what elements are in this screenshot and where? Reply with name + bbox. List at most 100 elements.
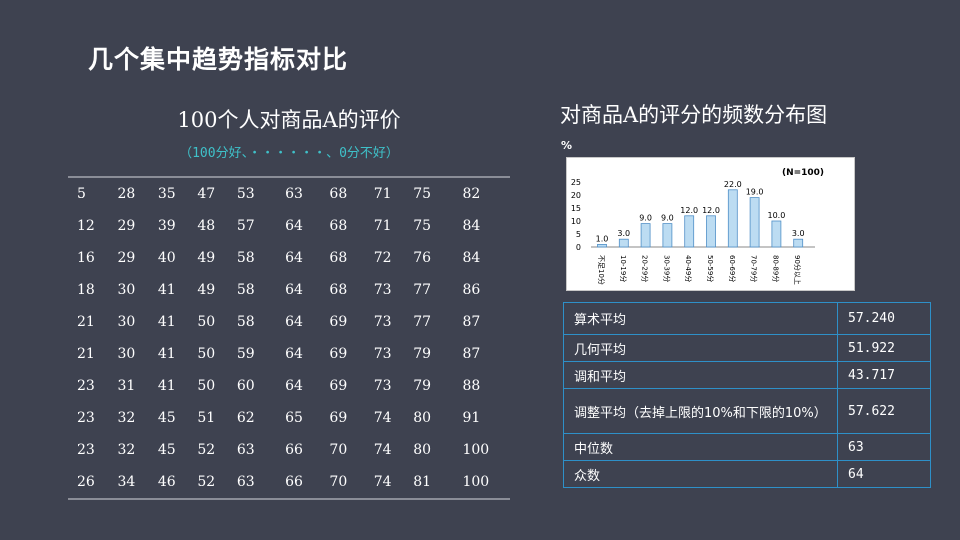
table-cell: 48 [197, 218, 216, 234]
table-cell: 79 [413, 346, 432, 362]
table-cell: 66 [285, 442, 303, 458]
table-cell: 100 [462, 474, 490, 490]
table-cell: 74 [373, 410, 392, 426]
table-cell: 60 [236, 378, 255, 394]
ratings-table-title: 100个人对商品A的评价 [177, 108, 401, 132]
table-cell: 57 [236, 218, 255, 234]
table-cell: 71 [373, 218, 392, 234]
table-cell: 86 [462, 282, 481, 298]
x-category-label: 30-39分 [662, 255, 671, 282]
table-cell: 91 [462, 410, 481, 426]
bar-value-label: 19.0 [746, 188, 764, 197]
table-cell: 88 [462, 378, 481, 394]
table-cell: 52 [197, 474, 216, 490]
stats-label: 众数 [563, 460, 838, 488]
table-row: 26 34 46 52 63 66 70 74 81 100 [68, 466, 510, 499]
table-cell: 76 [413, 250, 432, 266]
table-row: 23 32 45 52 63 66 70 74 80 100 [68, 434, 510, 466]
chart-bar [662, 223, 673, 248]
stats-label: 中位数 [563, 433, 838, 461]
stats-label: 算术平均 [563, 302, 838, 335]
table-cell: 30 [117, 346, 136, 362]
table-cell: 80 [413, 442, 432, 458]
table-cell: 30 [117, 314, 136, 330]
table-cell: 77 [413, 314, 432, 330]
table-cell: 59 [236, 346, 255, 362]
table-cell: 68 [329, 250, 348, 266]
table-cell: 58 [236, 282, 255, 298]
table-cell: 64 [285, 346, 303, 362]
table-cell: 30 [117, 282, 136, 298]
table-cell: 87 [462, 346, 481, 362]
table-cell: 74 [373, 474, 392, 490]
x-category-label: 10-19分 [619, 255, 628, 282]
table-cell: 52 [197, 442, 216, 458]
y-tick-label: 10 [571, 217, 581, 226]
table-cell: 41 [157, 282, 176, 298]
table-cell: 23 [77, 410, 95, 426]
table-cell: 35 [157, 186, 176, 202]
chart-bar [618, 238, 629, 248]
table-cell: 34 [117, 474, 136, 490]
table-cell: 64 [285, 218, 303, 234]
bar-value-label: 9.0 [661, 214, 674, 223]
bar-value-label: 1.0 [596, 234, 609, 243]
table-cell: 29 [117, 250, 136, 266]
table-row: 12 29 39 48 57 64 68 71 75 84 [68, 210, 510, 242]
table-cell: 65 [285, 410, 303, 426]
table-cell: 75 [413, 218, 432, 234]
bar-value-label: 3.0 [617, 229, 630, 238]
table-cell: 5 [77, 186, 86, 202]
table-cell: 51 [197, 410, 216, 426]
table-cell: 68 [329, 186, 348, 202]
stats-row: 算术平均 57.240 [563, 302, 931, 335]
stats-value: 64 [837, 460, 931, 488]
table-row: 21 30 41 50 58 64 69 73 77 87 [68, 306, 510, 338]
ratings-table: 5 28 35 47 53 63 68 71 75 82 12 29 39 48 57 64 68 71 75 84 1… [68, 176, 510, 500]
table-cell: 26 [77, 474, 95, 490]
stats-row: 几何平均 51.922 [563, 334, 931, 362]
chart-bar [771, 220, 782, 248]
y-tick-label: 25 [571, 178, 581, 187]
table-cell: 73 [373, 314, 392, 330]
chart-title: 对商品A的评分的频数分布图 [560, 103, 828, 127]
table-cell: 74 [373, 442, 392, 458]
table-cell: 31 [117, 378, 136, 394]
stats-row: 中位数 63 [563, 433, 931, 461]
stats-value: 51.922 [837, 334, 931, 362]
chart-bar [597, 244, 607, 248]
table-cell: 73 [373, 346, 392, 362]
table-cell: 70 [329, 442, 348, 458]
x-category-label: 20-29分 [641, 255, 650, 282]
stats-label: 几何平均 [563, 334, 838, 362]
bar-value-label: 3.0 [792, 229, 805, 238]
table-cell: 79 [413, 378, 432, 394]
bar-value-label: 12.0 [702, 206, 720, 215]
table-row: 23 31 41 50 60 64 69 73 79 88 [68, 370, 510, 402]
table-cell: 72 [373, 250, 392, 266]
table-cell: 58 [236, 250, 255, 266]
table-row: 5 28 35 47 53 63 68 71 75 82 [68, 177, 510, 210]
table-cell: 32 [117, 410, 136, 426]
table-cell: 50 [197, 314, 216, 330]
y-tick-label: 5 [576, 230, 581, 239]
stats-value: 63 [837, 433, 931, 461]
table-cell: 71 [373, 186, 392, 202]
table-cell: 68 [329, 282, 348, 298]
table-cell: 41 [157, 346, 176, 362]
table-row: 23 32 45 51 62 65 69 74 80 91 [68, 402, 510, 434]
table-cell: 100 [462, 442, 490, 458]
stats-row: 调和平均 43.717 [563, 361, 931, 389]
x-category-label: 50-59分 [706, 255, 715, 282]
chart-bar [684, 215, 695, 248]
bar-value-label: 12.0 [680, 206, 698, 215]
x-category-label: 不足10分 [597, 255, 606, 285]
table-cell: 49 [197, 282, 216, 298]
stats-table: 算术平均 57.240 几何平均 51.922 调和平均 43.717 调整平均（去掉上限的… [563, 302, 931, 488]
table-cell: 69 [329, 346, 348, 362]
chart-bar [793, 238, 804, 248]
table-cell: 84 [462, 218, 481, 234]
table-cell: 49 [197, 250, 216, 266]
chart-y-unit: % [561, 139, 573, 152]
table-cell: 39 [157, 218, 176, 234]
